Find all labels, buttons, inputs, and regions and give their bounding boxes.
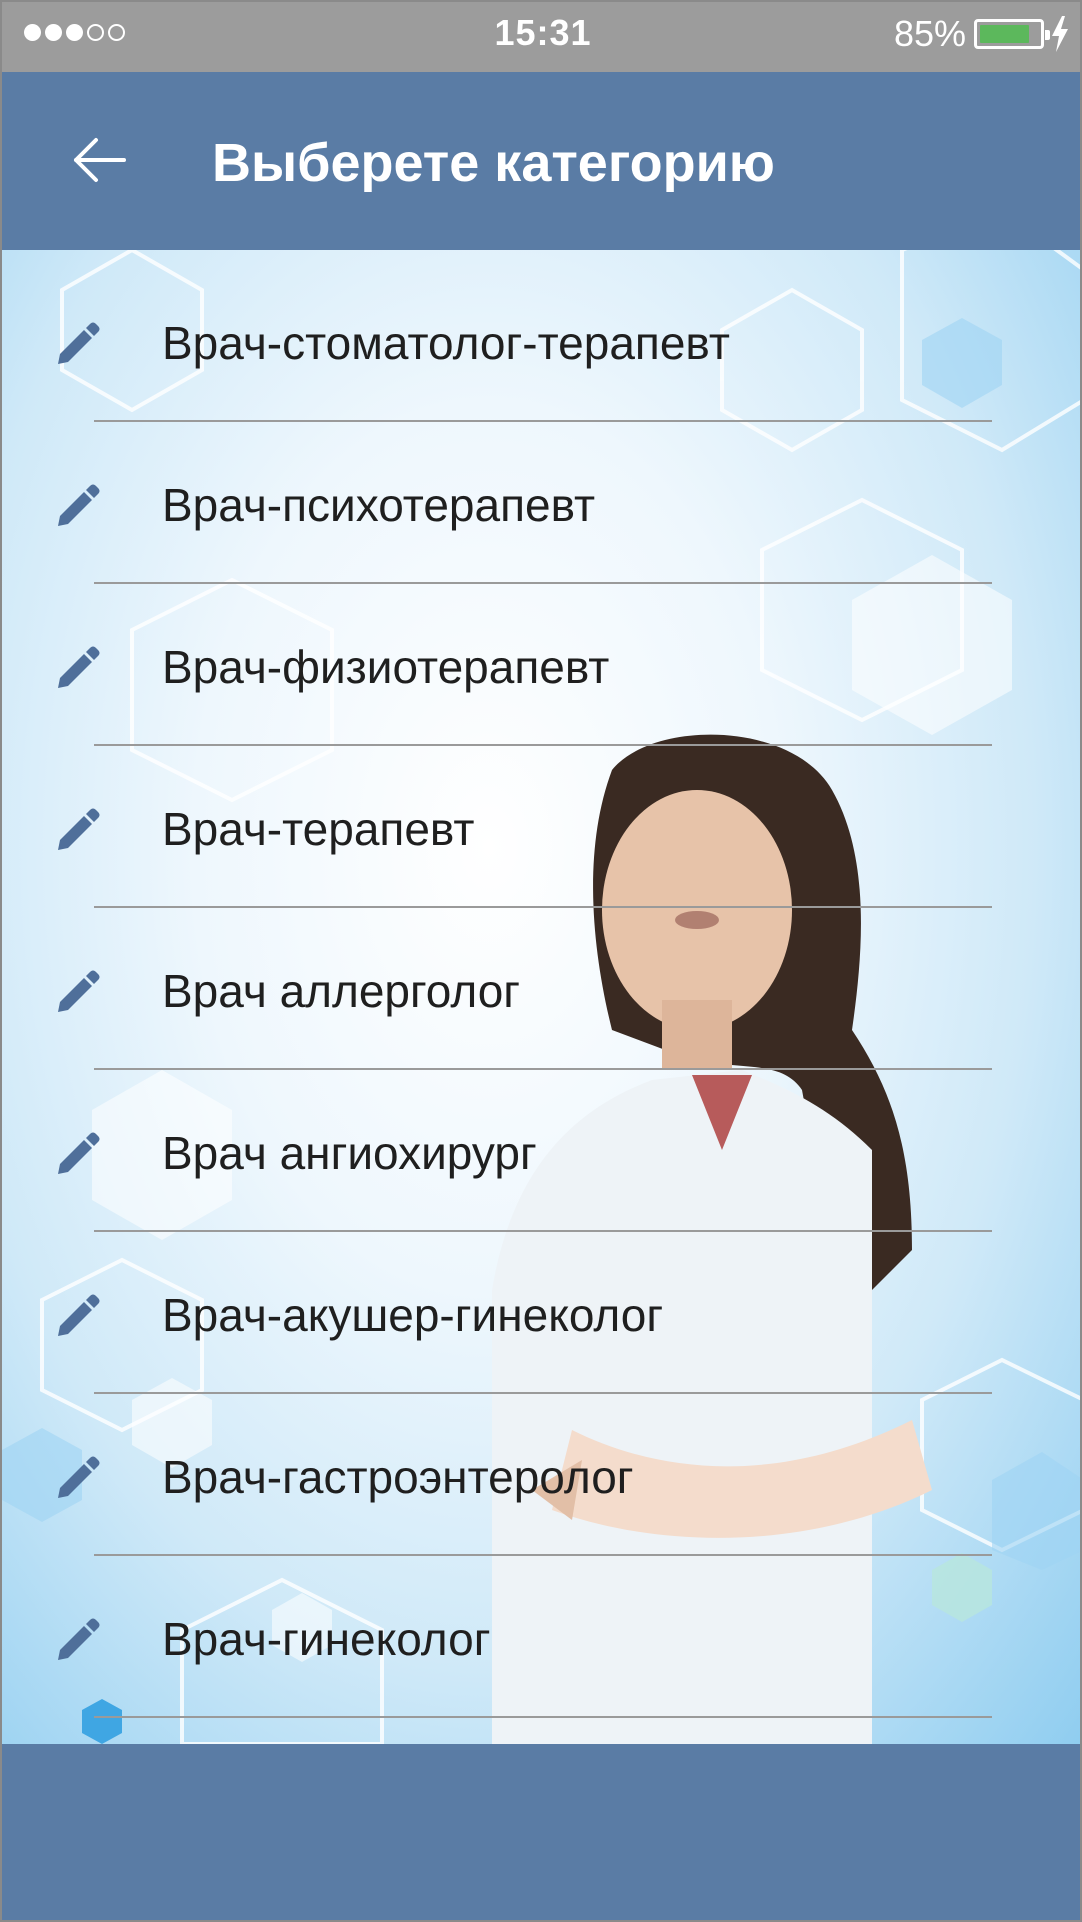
back-button[interactable] (68, 128, 132, 192)
category-item[interactable]: Врач-психотерапевт (2, 396, 1080, 584)
pencil-icon (58, 1294, 100, 1336)
category-item[interactable]: Врач-терапевт (2, 720, 1080, 908)
pencil-icon (58, 1456, 100, 1498)
charging-icon (1052, 16, 1068, 52)
category-label: Врач-терапевт (162, 803, 475, 855)
pencil-icon (58, 1618, 100, 1660)
page-title: Выберете категорию (212, 133, 775, 193)
pencil-icon (58, 646, 100, 688)
app-header: Выберете категорию (2, 72, 1080, 250)
category-item[interactable]: Врач-гастроэнтеролог (2, 1368, 1080, 1556)
category-item[interactable]: Врач-физиотерапевт (2, 558, 1080, 746)
category-label: Врач аллерголог (162, 965, 521, 1017)
pencil-icon (58, 484, 100, 526)
pencil-icon (58, 1132, 100, 1174)
category-label: Врач ангиохирург (162, 1127, 537, 1179)
category-label: Врач-стоматолог-терапевт (162, 317, 730, 369)
pencil-icon (58, 322, 100, 364)
category-label: Врач-гинеколог (162, 1613, 491, 1665)
battery-percent: 85% (893, 13, 966, 54)
category-label: Врач-физиотерапевт (162, 641, 610, 693)
category-item[interactable]: Врач аллерголог (2, 882, 1080, 1070)
category-item[interactable]: Врач ангиохирург (2, 1044, 1080, 1232)
status-bar: 15:31 85% (2, 2, 1080, 72)
category-label: Врач-гастроэнтеролог (162, 1451, 634, 1503)
category-label: Врач-психотерапевт (162, 479, 596, 531)
battery-icon (974, 19, 1050, 49)
app-footer (2, 1744, 1080, 1920)
category-item[interactable]: Врач-акушер-гинеколог (2, 1206, 1080, 1394)
battery-level (980, 25, 1030, 43)
app-screen: 15:31 85% Выберете категорию Врач-стомат… (0, 0, 1082, 1922)
category-item[interactable]: Врач-стоматолог-терапевт (2, 250, 1080, 422)
pencil-icon (58, 970, 100, 1012)
category-item[interactable]: Врач-гинеколог (2, 1530, 1080, 1718)
category-list-area: Врач-стоматолог-терапевт Врач-психотерап… (2, 250, 1080, 1744)
divider (94, 1716, 992, 1718)
arrow-left-icon (74, 138, 126, 182)
category-label: Врач-акушер-гинеколог (162, 1289, 664, 1341)
pencil-icon (58, 808, 100, 850)
